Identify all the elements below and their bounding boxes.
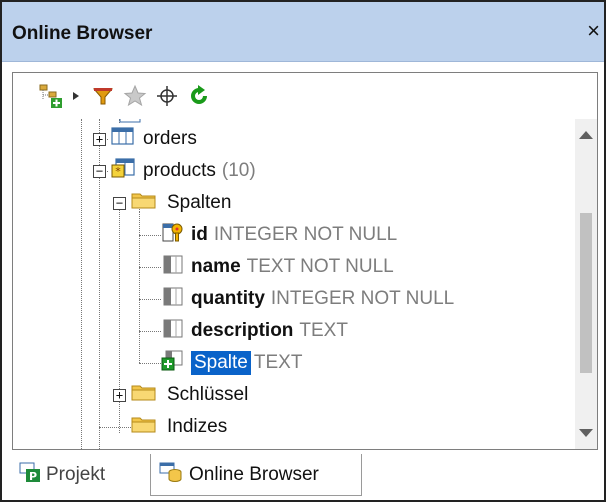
- project-icon: P: [18, 461, 42, 489]
- online-browser-panel: Online Browser × + orders − * products (…: [0, 0, 606, 502]
- close-icon[interactable]: ×: [587, 20, 600, 42]
- item-count: (10): [221, 160, 256, 181]
- tree-connector: [139, 363, 161, 364]
- add-connection-icon[interactable]: [37, 81, 67, 111]
- tree-item-spalten[interactable]: Spalten: [131, 187, 231, 219]
- tree-item-column-name[interactable]: name TEXT NOT NULL: [161, 251, 394, 283]
- filter-icon[interactable]: [89, 81, 117, 111]
- folder-icon: [131, 382, 157, 408]
- tree-item-indizes[interactable]: Indizes: [131, 411, 227, 443]
- svg-text:P: P: [29, 470, 37, 483]
- tree-item-column-id[interactable]: id INTEGER NOT NULL: [161, 219, 397, 251]
- online-browser-icon: [159, 461, 183, 489]
- scroll-up-icon[interactable]: [579, 131, 593, 139]
- column-name: name: [191, 256, 241, 277]
- locate-crosshair-icon[interactable]: [153, 81, 181, 111]
- tab-label: Projekt: [46, 464, 106, 485]
- tree-connector: [139, 299, 161, 300]
- tab-online-browser[interactable]: Online Browser: [150, 454, 362, 496]
- schema-tree: + orders − * products (10) − Spalten id …: [13, 119, 571, 449]
- column-icon: [161, 317, 185, 345]
- tree-item-orders[interactable]: orders: [111, 123, 197, 155]
- folder-icon: [131, 414, 157, 440]
- tree-item-column-quantity[interactable]: quantity INTEGER NOT NULL: [161, 283, 454, 315]
- tree-connector: [139, 267, 161, 268]
- tree-item-label: Spalten: [167, 192, 232, 213]
- panel-tabs: P Projekt Online Browser: [12, 454, 598, 500]
- tree-item-label: orders: [143, 128, 197, 149]
- collapse-products-toggle[interactable]: −: [93, 165, 106, 178]
- column-name: id: [191, 224, 208, 245]
- primary-key-column-icon: [161, 221, 185, 249]
- scrollbar-thumb[interactable]: [580, 213, 592, 373]
- tab-projekt[interactable]: P Projekt: [18, 454, 144, 496]
- refresh-icon[interactable]: [185, 81, 213, 111]
- column-type: TEXT NOT NULL: [246, 256, 394, 277]
- column-name: quantity: [191, 288, 265, 309]
- expand-orders-toggle[interactable]: +: [93, 133, 106, 146]
- tree-item-column-description[interactable]: description TEXT: [161, 315, 348, 347]
- new-column-icon: [161, 349, 185, 377]
- tree-connector: [99, 239, 100, 379]
- tree-item-partial: [131, 443, 157, 449]
- tree-item-label: products: [143, 160, 216, 181]
- column-type: TEXT: [253, 352, 303, 373]
- vertical-scrollbar[interactable]: [575, 119, 597, 449]
- tree-connector: [139, 211, 140, 363]
- column-type: INTEGER NOT NULL: [270, 288, 455, 309]
- tree-connector: [139, 235, 161, 236]
- column-icon: [161, 253, 185, 281]
- tree-item-schluessel[interactable]: Schlüssel: [131, 379, 248, 411]
- column-type: TEXT: [299, 320, 348, 341]
- column-name: description: [191, 320, 294, 341]
- title-bar: Online Browser ×: [2, 2, 604, 62]
- tab-label: Online Browser: [189, 463, 319, 485]
- tree-connector: [139, 331, 161, 332]
- toolbar: [13, 73, 597, 119]
- tree-connector: [81, 119, 82, 449]
- favorites-star-icon[interactable]: [121, 81, 149, 111]
- tree-item-column-spalte[interactable]: Spalte TEXT: [161, 347, 302, 379]
- table-modified-icon: *: [111, 157, 135, 185]
- column-icon: [161, 285, 185, 313]
- tree-connector: [99, 427, 135, 428]
- folder-icon: [131, 190, 157, 216]
- collapse-spalten-toggle[interactable]: −: [113, 197, 126, 210]
- browser-content: + orders − * products (10) − Spalten id …: [12, 72, 598, 450]
- tree-item-products[interactable]: * products (10): [111, 155, 256, 187]
- svg-text:*: *: [115, 165, 121, 178]
- panel-title: Online Browser: [12, 23, 153, 44]
- expand-schluessel-toggle[interactable]: +: [113, 389, 126, 402]
- tree-item-label: Indizes: [167, 416, 228, 437]
- table-icon: [111, 126, 135, 152]
- scroll-down-icon[interactable]: [579, 429, 593, 437]
- dropdown-arrow-icon[interactable]: [69, 81, 83, 111]
- column-type: INTEGER NOT NULL: [213, 224, 398, 245]
- column-name-selected[interactable]: Spalte: [191, 351, 251, 375]
- tree-item-label: Schlüssel: [167, 384, 249, 405]
- tree-connector: [99, 377, 100, 449]
